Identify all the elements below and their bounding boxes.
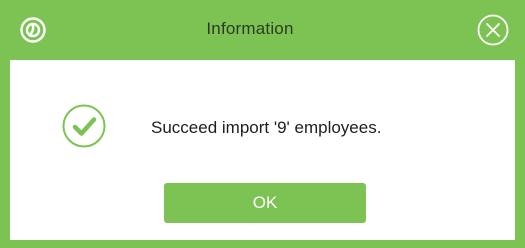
ok-button[interactable]: OK	[164, 183, 366, 223]
dialog-body: Succeed import '9' employees. OK	[10, 60, 515, 240]
dialog-title: Information	[206, 19, 294, 38]
success-check-icon	[62, 104, 106, 148]
close-icon[interactable]	[477, 14, 509, 46]
information-dialog: Information Succeed import '9' employees…	[0, 0, 525, 248]
app-logo-icon	[20, 17, 46, 43]
dialog-titlebar: Information	[0, 0, 525, 60]
dialog-message: Succeed import '9' employees.	[151, 118, 382, 137]
